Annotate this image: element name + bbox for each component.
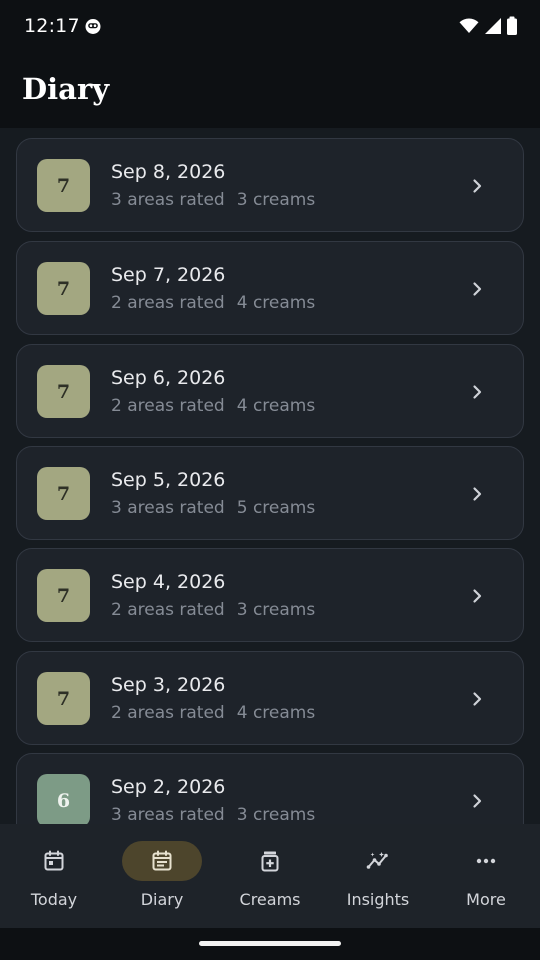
nav-item-diary[interactable]: Diary	[108, 824, 216, 928]
creams-count-text: 4 creams	[236, 703, 316, 723]
app-header: Diary	[0, 56, 540, 128]
diary-list[interactable]: 7 Sep 8, 2026 3 areas rated 3 creams 7 Se…	[0, 128, 540, 824]
score-badge: 6	[37, 774, 90, 824]
entry-date: Sep 2, 2026	[111, 776, 226, 798]
calendar-diary-icon	[152, 850, 172, 871]
creams-count-text: 3 creams	[236, 600, 316, 620]
chevron-right-icon	[473, 179, 482, 193]
chevron-right-icon	[473, 282, 482, 296]
creams-count-text: 3 creams	[236, 805, 316, 824]
entry-date: Sep 3, 2026	[111, 674, 226, 696]
system-gesture-bar	[0, 928, 540, 960]
chevron-right-icon	[473, 385, 482, 399]
entry-date: Sep 6, 2026	[111, 367, 226, 389]
signal-icon	[485, 18, 501, 34]
diary-entry-card[interactable]: 7 Sep 6, 2026 2 areas rated 4 creams	[16, 344, 524, 438]
chevron-right-icon	[473, 487, 482, 501]
calendar-today-icon	[44, 850, 64, 871]
entry-meta: 3 areas rated 5 creams	[111, 498, 315, 518]
creams-count-text: 5 creams	[236, 498, 316, 518]
app-notification-icon	[85, 19, 101, 34]
nav-item-today[interactable]: Today	[0, 824, 108, 928]
nav-label: Creams	[239, 890, 301, 909]
nav-item-insights[interactable]: Insights	[324, 824, 432, 928]
creams-count-text: 4 creams	[236, 396, 316, 416]
entry-meta: 3 areas rated 3 creams	[111, 805, 315, 824]
diary-entry-card[interactable]: 7 Sep 8, 2026 3 areas rated 3 creams	[16, 138, 524, 232]
nav-item-more[interactable]: More	[432, 824, 540, 928]
creams-count-text: 4 creams	[236, 293, 316, 313]
chevron-right-icon	[473, 692, 482, 706]
chevron-right-icon	[473, 794, 482, 808]
diary-entry-card[interactable]: 7 Sep 3, 2026 2 areas rated 4 creams	[16, 651, 524, 745]
areas-rated-text: 3 areas rated	[111, 190, 225, 210]
creams-count-text: 3 creams	[236, 190, 316, 210]
entry-meta: 3 areas rated 3 creams	[111, 190, 315, 210]
nav-label: Insights	[346, 890, 410, 909]
status-bar: 12:17	[0, 0, 540, 56]
score-badge: 7	[37, 262, 90, 315]
page-title: Diary	[22, 72, 110, 106]
more-horiz-icon	[476, 858, 496, 864]
entry-meta: 2 areas rated 4 creams	[111, 396, 315, 416]
score-badge: 7	[37, 672, 90, 725]
diary-entry-card[interactable]: 7 Sep 5, 2026 3 areas rated 5 creams	[16, 446, 524, 540]
nav-item-creams[interactable]: Creams	[216, 824, 324, 928]
areas-rated-text: 2 areas rated	[111, 703, 225, 723]
areas-rated-text: 2 areas rated	[111, 600, 225, 620]
entry-meta: 2 areas rated 4 creams	[111, 703, 315, 723]
areas-rated-text: 2 areas rated	[111, 396, 225, 416]
diary-entry-card[interactable]: 7 Sep 7, 2026 2 areas rated 4 creams	[16, 241, 524, 335]
chevron-right-icon	[473, 589, 482, 603]
nav-label: Diary	[140, 890, 184, 909]
score-badge: 7	[37, 159, 90, 212]
entry-date: Sep 7, 2026	[111, 264, 226, 286]
areas-rated-text: 2 areas rated	[111, 293, 225, 313]
areas-rated-text: 3 areas rated	[111, 498, 225, 518]
wifi-icon	[459, 18, 479, 33]
score-badge: 7	[37, 569, 90, 622]
home-gesture-handle[interactable]	[199, 941, 341, 946]
entry-meta: 2 areas rated 3 creams	[111, 600, 315, 620]
score-badge: 7	[37, 365, 90, 418]
entry-date: Sep 4, 2026	[111, 571, 226, 593]
status-time: 12:17	[24, 15, 80, 37]
bottom-navigation: Today Diary Creams Insights More	[0, 824, 540, 928]
insights-icon	[366, 852, 388, 869]
battery-icon	[507, 16, 517, 35]
entry-date: Sep 5, 2026	[111, 469, 226, 491]
nav-label: Today	[30, 890, 78, 909]
medication-icon	[261, 851, 279, 872]
score-badge: 7	[37, 467, 90, 520]
status-icons	[459, 16, 518, 36]
entry-date: Sep 8, 2026	[111, 161, 226, 183]
diary-entry-card[interactable]: 7 Sep 4, 2026 2 areas rated 3 creams	[16, 548, 524, 642]
areas-rated-text: 3 areas rated	[111, 805, 225, 824]
diary-entry-card[interactable]: 6 Sep 2, 2026 3 areas rated 3 creams	[16, 753, 524, 824]
nav-label: More	[466, 890, 506, 909]
entry-meta: 2 areas rated 4 creams	[111, 293, 315, 313]
